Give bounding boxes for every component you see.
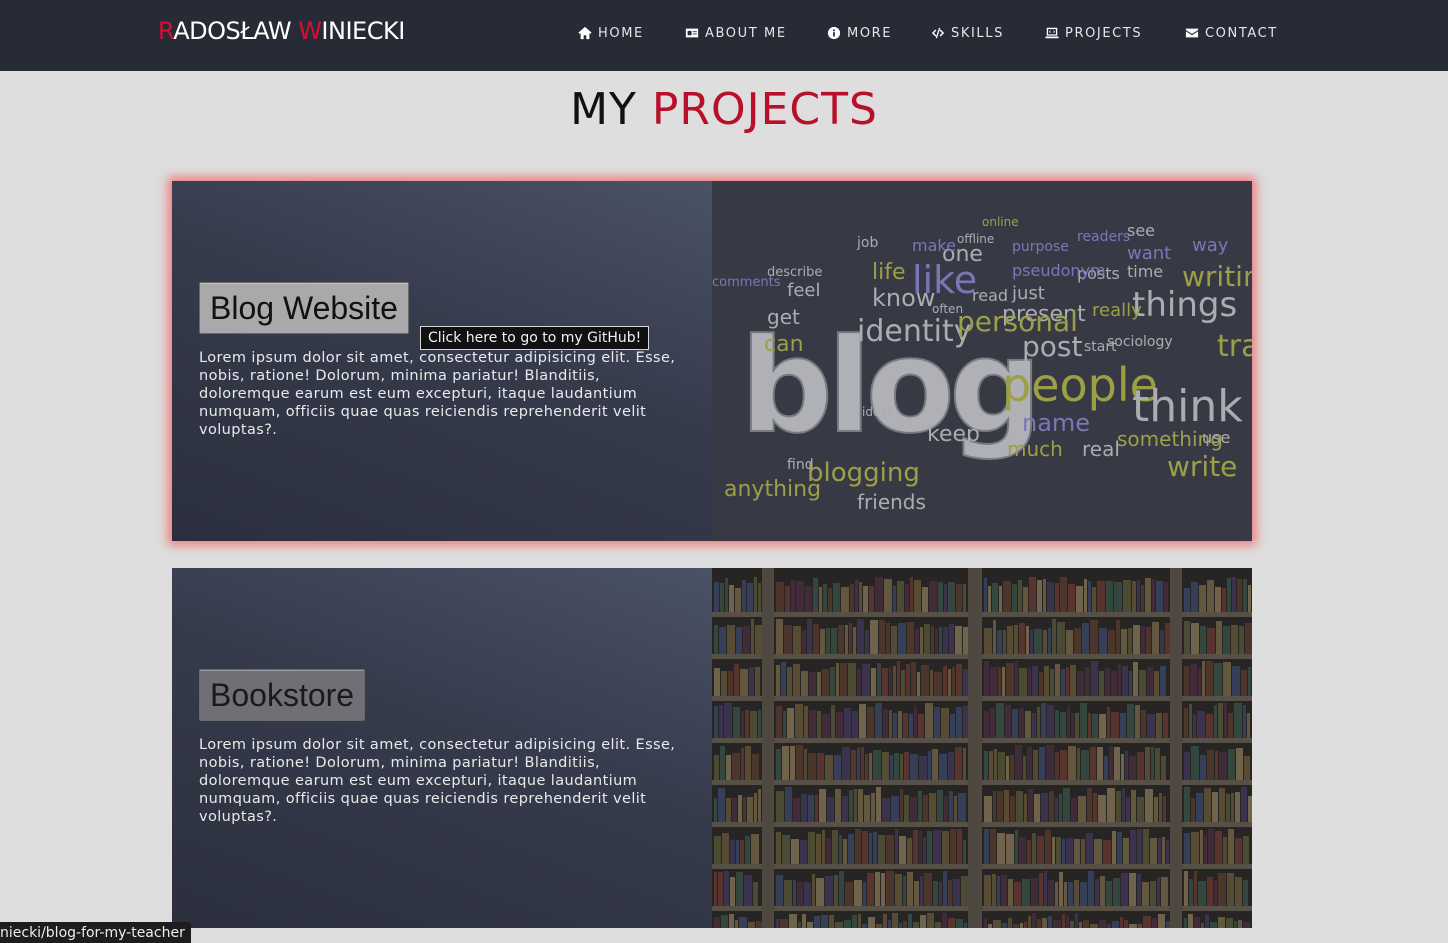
info-circle-icon [827, 26, 841, 40]
project-card-blog: Blog Website Lorem ipsum dolor sit amet,… [172, 181, 1252, 541]
nav-item-about-me-label: ABOUT ME [705, 25, 787, 41]
project-card-bookstore: Bookstore Lorem ipsum dolor sit amet, co… [172, 568, 1252, 928]
project-description: Lorem ipsum dolor sit amet, consectetur … [199, 737, 676, 825]
github-tooltip: Click here to go to my GitHub! [420, 326, 650, 350]
page-title-plain: MY [570, 84, 652, 135]
laptop-code-icon [1045, 27, 1059, 39]
nav-item-more[interactable]: MORE [827, 24, 892, 42]
nav-item-skills[interactable]: SKILLS [931, 24, 1004, 42]
nav-item-projects-label: PROJECTS [1065, 25, 1143, 41]
top-navbar: RADOSŁAW WINIECKI HOME ABOUT ME MORE SKI… [0, 0, 1448, 71]
nav-item-home-label: HOME [598, 25, 644, 41]
project-image-blog[interactable]: blogpeoplethinkthingswritinglikeidentity… [712, 181, 1252, 541]
page-title: MY PROJECTS [0, 84, 1448, 135]
project-description: Lorem ipsum dolor sit amet, consectetur … [199, 350, 676, 438]
nav-item-contact-label: CONTACT [1205, 25, 1278, 41]
nav-item-projects[interactable]: PROJECTS [1045, 24, 1142, 42]
word-cloud-graphic: blogpeoplethinkthingswritinglikeidentity… [712, 181, 1252, 541]
blog-word-cloud-image: blogpeoplethinkthingswritinglikeidentity… [712, 181, 1252, 541]
project-title-button[interactable]: Bookstore [199, 669, 366, 721]
page-title-accent: PROJECTS [651, 84, 878, 135]
nav-item-skills-label: SKILLS [951, 25, 1004, 41]
nav-links: HOME ABOUT ME MORE SKILLS PROJECTS CONTA… [0, 24, 1448, 44]
status-bar-url: niecki/blog-for-my-teacher [0, 922, 191, 943]
project-image-bookstore[interactable] [712, 568, 1252, 928]
project-card-info: Blog Website Lorem ipsum dolor sit amet,… [172, 181, 712, 541]
home-icon [578, 26, 592, 40]
nav-item-about-me[interactable]: ABOUT ME [685, 24, 787, 42]
bookshelf-graphic [712, 568, 1252, 928]
code-icon [931, 27, 945, 39]
nav-item-home[interactable]: HOME [578, 24, 644, 42]
nav-item-contact[interactable]: CONTACT [1185, 24, 1278, 42]
project-title-button[interactable]: Blog Website [199, 282, 409, 334]
nav-item-more-label: MORE [847, 25, 893, 41]
project-card-info: Bookstore Lorem ipsum dolor sit amet, co… [172, 568, 712, 928]
id-card-icon [685, 28, 699, 38]
envelope-icon [1185, 28, 1199, 38]
